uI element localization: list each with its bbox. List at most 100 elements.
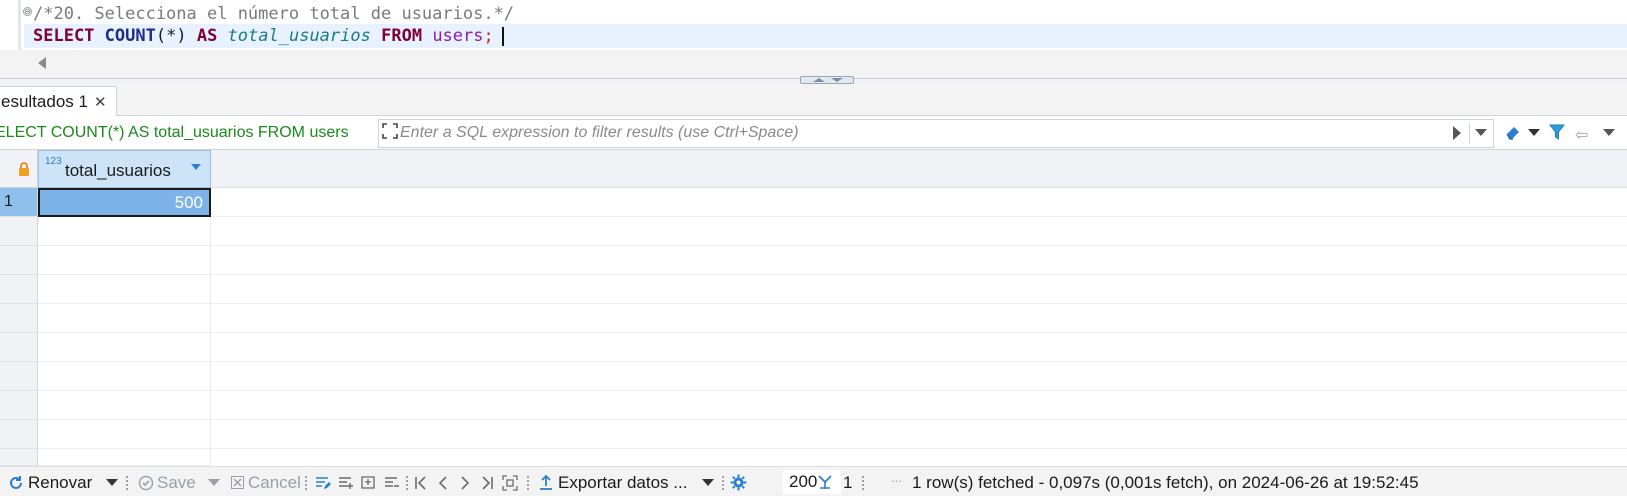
refresh-icon[interactable] [8,475,24,491]
settings-gear-icon[interactable] [730,474,747,491]
editor-horizontal-scrollbar[interactable] [0,50,1627,78]
fetch-all-icon[interactable] [502,475,518,491]
empty-cell [38,333,211,362]
fetch-status-message: 1 row(s) fetched - 0,097s (0,001s fetch)… [912,473,1419,492]
results-tab-strip: esultados 1 ✕ [0,84,1627,116]
keyword-from: FROM [381,26,423,46]
refresh-button[interactable]: Renovar [28,473,92,493]
export-data-button[interactable]: Exportar datos ... [558,473,687,493]
close-icon[interactable]: ✕ [94,93,107,111]
table-row [211,391,1627,420]
toolbar-separator [722,476,724,490]
tab-results-1[interactable]: esultados 1 ✕ [0,86,117,116]
row-count-value: 1 [843,473,853,492]
function-count: COUNT [104,26,156,46]
cancel-button[interactable]: Cancel [248,473,301,493]
empty-row-number [0,449,38,466]
filter-expression-input[interactable] [400,121,1488,145]
sort-dropdown-icon[interactable] [191,164,201,170]
eraser-icon[interactable] [1504,124,1522,140]
toolbar-separator [862,476,864,490]
toolbar-separator [527,476,529,490]
splitter-handle[interactable] [800,76,854,84]
expand-icon[interactable] [382,123,398,139]
empty-row-number [0,333,38,362]
header-empty-area [211,150,1627,188]
table-row [211,217,1627,246]
code-line-query[interactable]: SELECT COUNT(*) AS total_usuarios FROM u… [33,24,504,48]
empty-row-number [0,275,38,304]
grid-corner [0,150,38,188]
keyword-as: AS [196,26,218,46]
lock-icon [19,162,29,176]
empty-row-number [0,304,38,333]
refresh-dropdown-icon[interactable] [106,479,118,486]
editor-gutter [18,0,21,50]
table-row [211,246,1627,275]
export-dropdown-icon[interactable] [702,479,714,486]
empty-cell [38,449,211,466]
cancel-x-icon [231,476,244,489]
empty-row-number [0,362,38,391]
table-row [211,188,1627,217]
empty-cell [38,304,211,333]
empty-cell [38,420,211,449]
empty-row-number [0,391,38,420]
export-upload-icon[interactable] [539,474,553,491]
alias-identifier: total_usuarios [227,26,371,46]
results-grid[interactable]: 123 total_usuarios 1 500 [0,150,1627,466]
add-row-icon[interactable] [338,475,354,491]
filter-history-dropdown-icon[interactable] [1475,129,1487,136]
table-row [211,275,1627,304]
filter-toolbar: ELECT COUNT(*) AS total_usuarios FROM us… [0,117,1627,150]
operator-paren-star: (*) [155,26,187,46]
first-page-icon[interactable] [414,475,428,491]
code-line-comment[interactable]: /*20. Selecciona el número total de usua… [33,2,514,26]
apply-filter-icon[interactable] [1453,126,1461,140]
table-identifier: users [432,26,484,46]
back-dropdown-icon[interactable] [1603,129,1615,136]
table-row [211,362,1627,391]
more-options-ellipsis[interactable]: ... [891,470,902,485]
empty-cell [38,362,211,391]
previous-page-icon[interactable] [437,475,449,491]
filter-funnel-icon[interactable] [1549,123,1565,141]
maximize-up-icon[interactable] [813,78,825,82]
text-caret [501,26,504,46]
empty-row-number [0,246,38,275]
edit-rows-icon[interactable] [315,475,331,491]
table-row [211,333,1627,362]
semicolon: ; [483,26,494,46]
row-count-icon[interactable] [817,474,833,490]
save-button[interactable]: Save [157,473,196,493]
keyword-select: SELECT [33,26,95,46]
tab-label: esultados 1 [1,91,88,111]
column-header-total-usuarios[interactable]: 123 total_usuarios [38,150,211,188]
next-page-icon[interactable] [459,475,471,491]
column-header-label: total_usuarios [65,161,171,180]
cell-total-usuarios[interactable]: 500 [38,188,211,217]
table-row [211,304,1627,333]
toolbar-separator [1469,123,1470,143]
sql-editor[interactable]: ⊖ /*20. Selecciona el número total de us… [0,0,1627,80]
save-check-icon [138,475,154,491]
clear-filter-dropdown-icon[interactable] [1528,129,1540,136]
copy-row-icon[interactable] [361,475,377,491]
back-arrow-icon[interactable]: ⇦ [1575,125,1588,144]
scroll-left-arrow-icon[interactable] [38,57,46,69]
row-number[interactable]: 1 [0,188,38,217]
toolbar-separator [305,476,307,490]
empty-row-number [0,217,38,246]
table-row [211,420,1627,449]
empty-cell [38,246,211,275]
last-page-icon[interactable] [480,475,494,491]
empty-cell [38,275,211,304]
restore-down-icon[interactable] [831,78,843,82]
active-query-label[interactable]: ELECT COUNT(*) AS total_usuarios FROM us… [0,124,349,142]
empty-cell [38,391,211,420]
save-dropdown-icon[interactable] [208,479,220,486]
empty-cell [38,217,211,246]
fold-collapse-icon[interactable]: ⊖ [23,7,32,16]
delete-row-icon[interactable] [384,475,400,491]
numeric-type-badge: 123 [45,156,62,167]
